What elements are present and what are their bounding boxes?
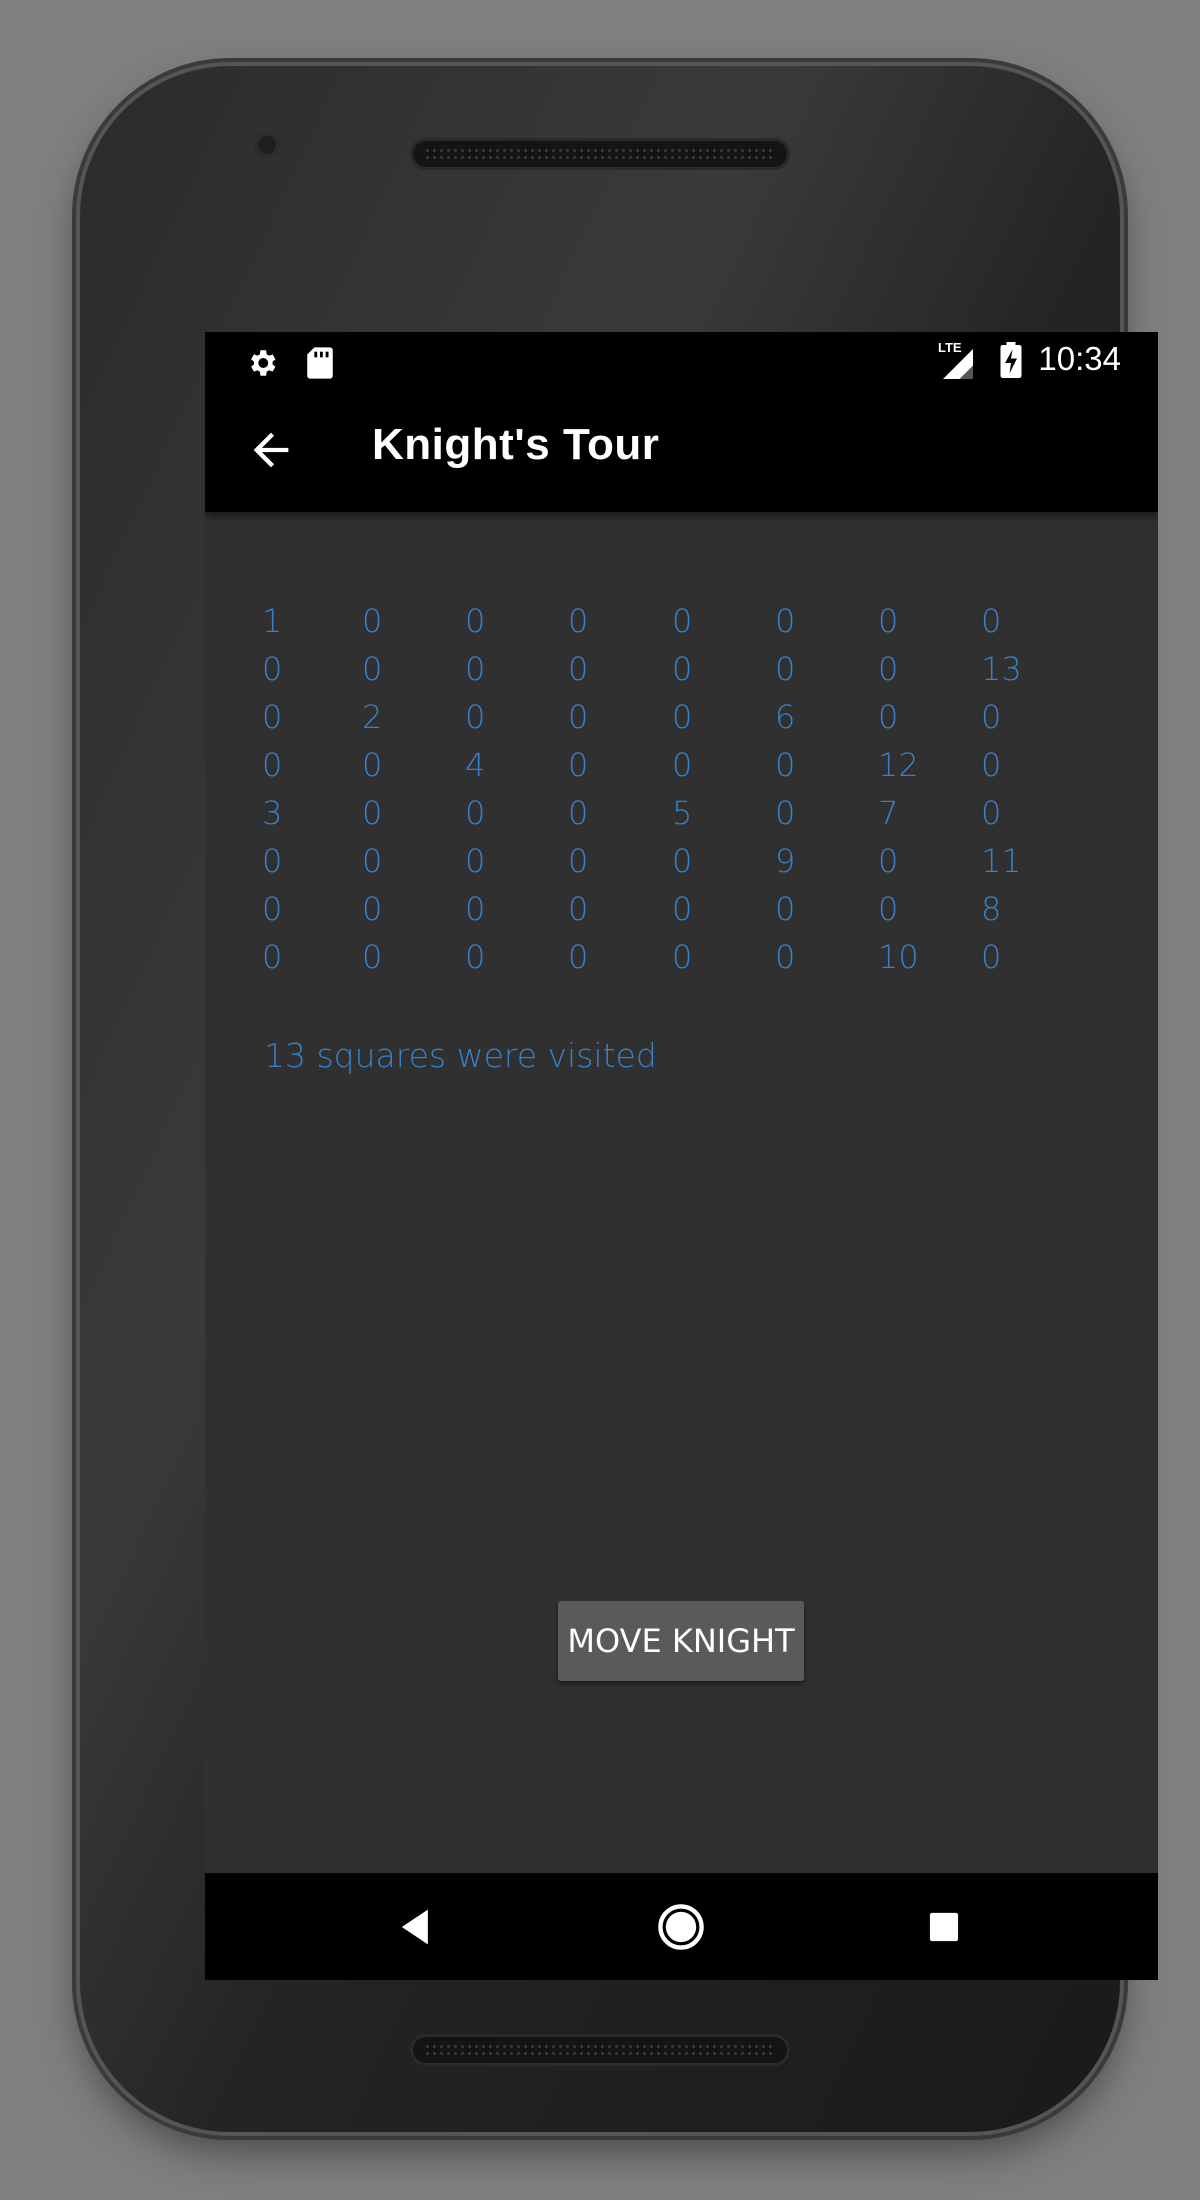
board-cell: 10: [878, 938, 919, 976]
top-speaker: [410, 138, 790, 170]
board-cell: 0: [981, 602, 1002, 640]
board-cell: 8: [981, 890, 1002, 928]
board-cell: 0: [878, 650, 899, 688]
board-cell: 3: [262, 794, 283, 832]
board-cell: 12: [878, 746, 919, 784]
board-cell: 0: [568, 650, 589, 688]
gear-icon: [245, 346, 279, 384]
board-cell: 0: [262, 842, 283, 880]
move-knight-button[interactable]: MOVE KNIGHT: [558, 1601, 804, 1681]
visited-count-text: 13 squares were visited: [264, 1036, 657, 1075]
board-cell: 0: [775, 602, 796, 640]
board-cell: 0: [775, 938, 796, 976]
board-cell: 0: [878, 602, 899, 640]
navigation-bar: [205, 1873, 1158, 1980]
board-cell: 0: [568, 842, 589, 880]
board-cell: 0: [465, 842, 486, 880]
board-cell: 0: [672, 650, 693, 688]
board-cell: 0: [465, 938, 486, 976]
board-cell: 5: [672, 794, 693, 832]
sd-card-icon: [305, 346, 335, 384]
board-cell: 0: [362, 842, 383, 880]
board-cell: 0: [362, 938, 383, 976]
board-cell: 0: [262, 890, 283, 928]
board-cell: 0: [262, 746, 283, 784]
board-cell: 0: [878, 698, 899, 736]
board-cell: 0: [568, 890, 589, 928]
board-cell: 0: [672, 602, 693, 640]
page-title: Knight's Tour: [372, 420, 660, 469]
board-cell: 0: [362, 794, 383, 832]
board-cell: 0: [878, 890, 899, 928]
board-cell: 0: [362, 890, 383, 928]
board-cell: 0: [362, 650, 383, 688]
status-clock: 10:34: [1038, 340, 1121, 377]
board-cell: 0: [672, 746, 693, 784]
bottom-speaker: [410, 2034, 790, 2066]
board-cell: 1: [262, 602, 283, 640]
board-cell: 0: [672, 938, 693, 976]
board-cell: 0: [362, 746, 383, 784]
board-cell: 0: [981, 746, 1002, 784]
board-cell: 0: [568, 794, 589, 832]
board-cell: 0: [465, 890, 486, 928]
front-camera: [254, 132, 280, 158]
board-cell: 0: [775, 890, 796, 928]
board-cell: 9: [775, 842, 796, 880]
status-bar: LTE 10:34: [205, 332, 1158, 388]
board-cell: 0: [568, 698, 589, 736]
board-cell: 0: [775, 794, 796, 832]
board-cell: 0: [568, 746, 589, 784]
board-cell: 0: [981, 698, 1002, 736]
board-cell: 0: [568, 938, 589, 976]
board-cell: 0: [465, 602, 486, 640]
nav-recents-icon[interactable]: [918, 1901, 970, 1953]
phone-frame: LTE 10:34 Knight's Tour 1000000000000001…: [80, 66, 1158, 2132]
board-cell: 0: [262, 698, 283, 736]
board-cell: 0: [672, 890, 693, 928]
app-bar: Knight's Tour: [205, 388, 1158, 512]
screen: LTE 10:34 Knight's Tour 1000000000000001…: [205, 332, 1158, 1980]
board-cell: 0: [878, 842, 899, 880]
board-cell: 4: [465, 746, 486, 784]
board-cell: 0: [362, 602, 383, 640]
board-cell: 0: [981, 938, 1002, 976]
board-cell: 2: [362, 698, 383, 736]
board-cell: 0: [672, 842, 693, 880]
board-cell: 0: [465, 794, 486, 832]
board-cell: 7: [878, 794, 899, 832]
board-cell: 0: [262, 650, 283, 688]
battery-charging-icon: [1000, 342, 1022, 382]
board-cell: 0: [465, 650, 486, 688]
board-cell: 0: [672, 698, 693, 736]
board-cell: 0: [981, 794, 1002, 832]
board-cell: 0: [465, 698, 486, 736]
board-cell: 6: [775, 698, 796, 736]
nav-back-icon[interactable]: [391, 1901, 443, 1953]
board-cell: 0: [262, 938, 283, 976]
board-cell: 13: [981, 650, 1022, 688]
board-cell: 0: [775, 650, 796, 688]
board-cell: 0: [775, 746, 796, 784]
board-cell: 0: [568, 602, 589, 640]
arrow-left-icon[interactable]: [245, 424, 297, 476]
nav-home-icon[interactable]: [655, 1901, 707, 1953]
board-cell: 11: [981, 842, 1022, 880]
